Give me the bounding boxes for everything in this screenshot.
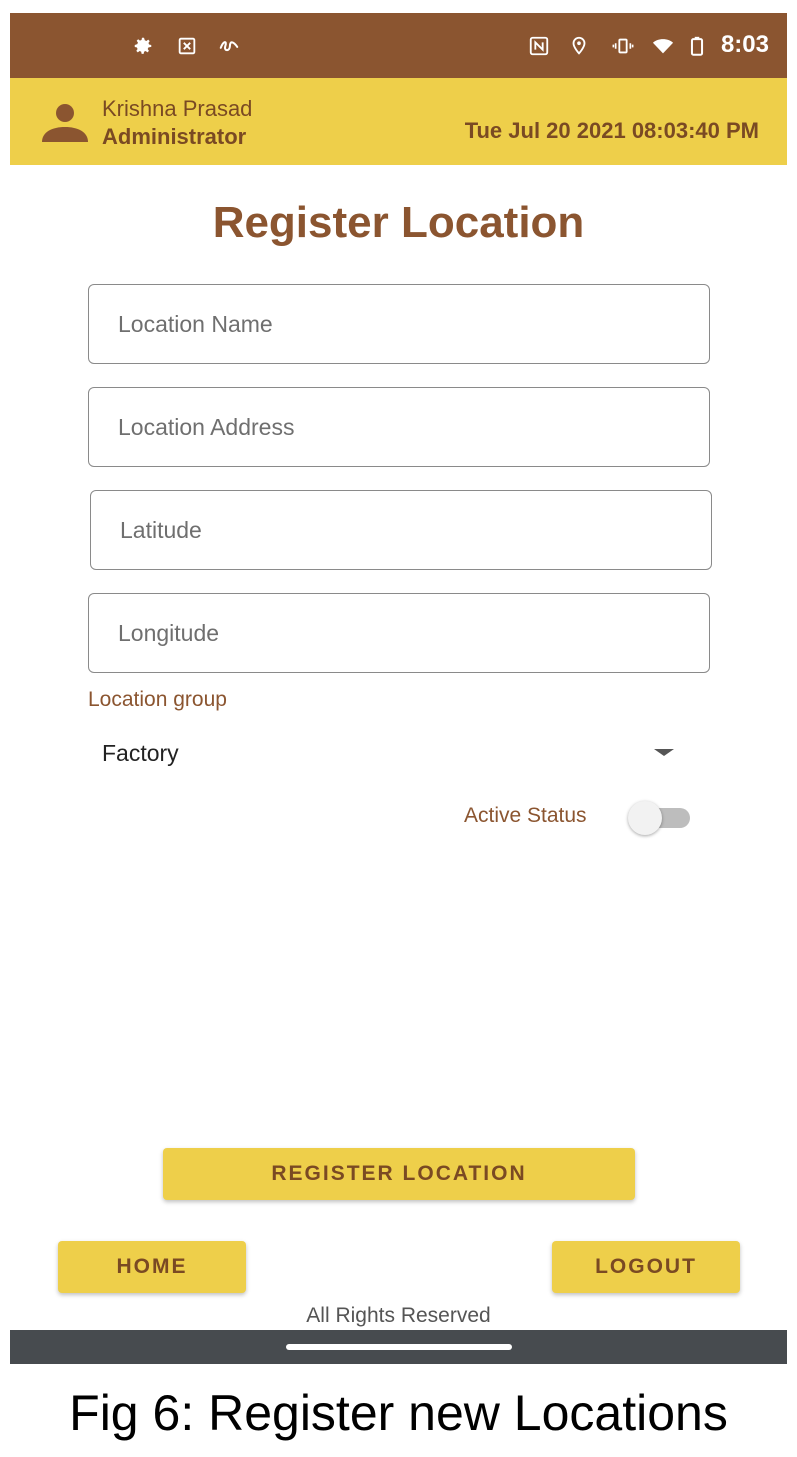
location-group-label: Location group <box>88 688 227 711</box>
latitude-input[interactable] <box>90 490 712 570</box>
toggle-thumb[interactable] <box>628 801 662 835</box>
home-button[interactable]: HOME <box>58 1241 246 1293</box>
register-location-button[interactable]: REGISTER LOCATION <box>163 1148 635 1200</box>
user-avatar-icon <box>42 104 88 142</box>
sim-x-icon <box>178 37 196 55</box>
gear-icon <box>134 37 152 54</box>
nfc-icon <box>529 36 549 56</box>
location-name-input[interactable] <box>88 284 710 364</box>
wifi-icon <box>652 39 674 54</box>
figure-caption: Fig 6: Register new Locations <box>69 1385 728 1441</box>
header-datetime: Tue Jul 20 2021 08:03:40 PM <box>464 118 759 143</box>
footer-text: All Rights Reserved <box>306 1304 491 1327</box>
user-role: Administrator <box>102 124 247 149</box>
page-title: Register Location <box>212 198 585 247</box>
system-nav-bar <box>10 1330 787 1364</box>
home-gesture-handle[interactable] <box>286 1344 512 1350</box>
vibrate-icon <box>612 38 634 54</box>
longitude-input[interactable] <box>88 593 710 673</box>
user-name: Krishna Prasad <box>102 96 253 121</box>
squiggle-icon <box>219 41 239 52</box>
location-icon <box>572 36 586 55</box>
logout-button[interactable]: LOGOUT <box>552 1241 740 1293</box>
battery-icon <box>690 36 704 56</box>
dropdown-arrow-icon[interactable] <box>654 749 674 756</box>
active-status-label: Active Status <box>464 804 587 827</box>
location-address-input[interactable] <box>88 387 710 467</box>
location-group-value: Factory <box>102 740 179 766</box>
clock: 8:03 <box>720 31 769 58</box>
status-bar: 8:03 <box>10 13 787 78</box>
app-header: Krishna Prasad Administrator Tue Jul 20 … <box>10 78 787 165</box>
